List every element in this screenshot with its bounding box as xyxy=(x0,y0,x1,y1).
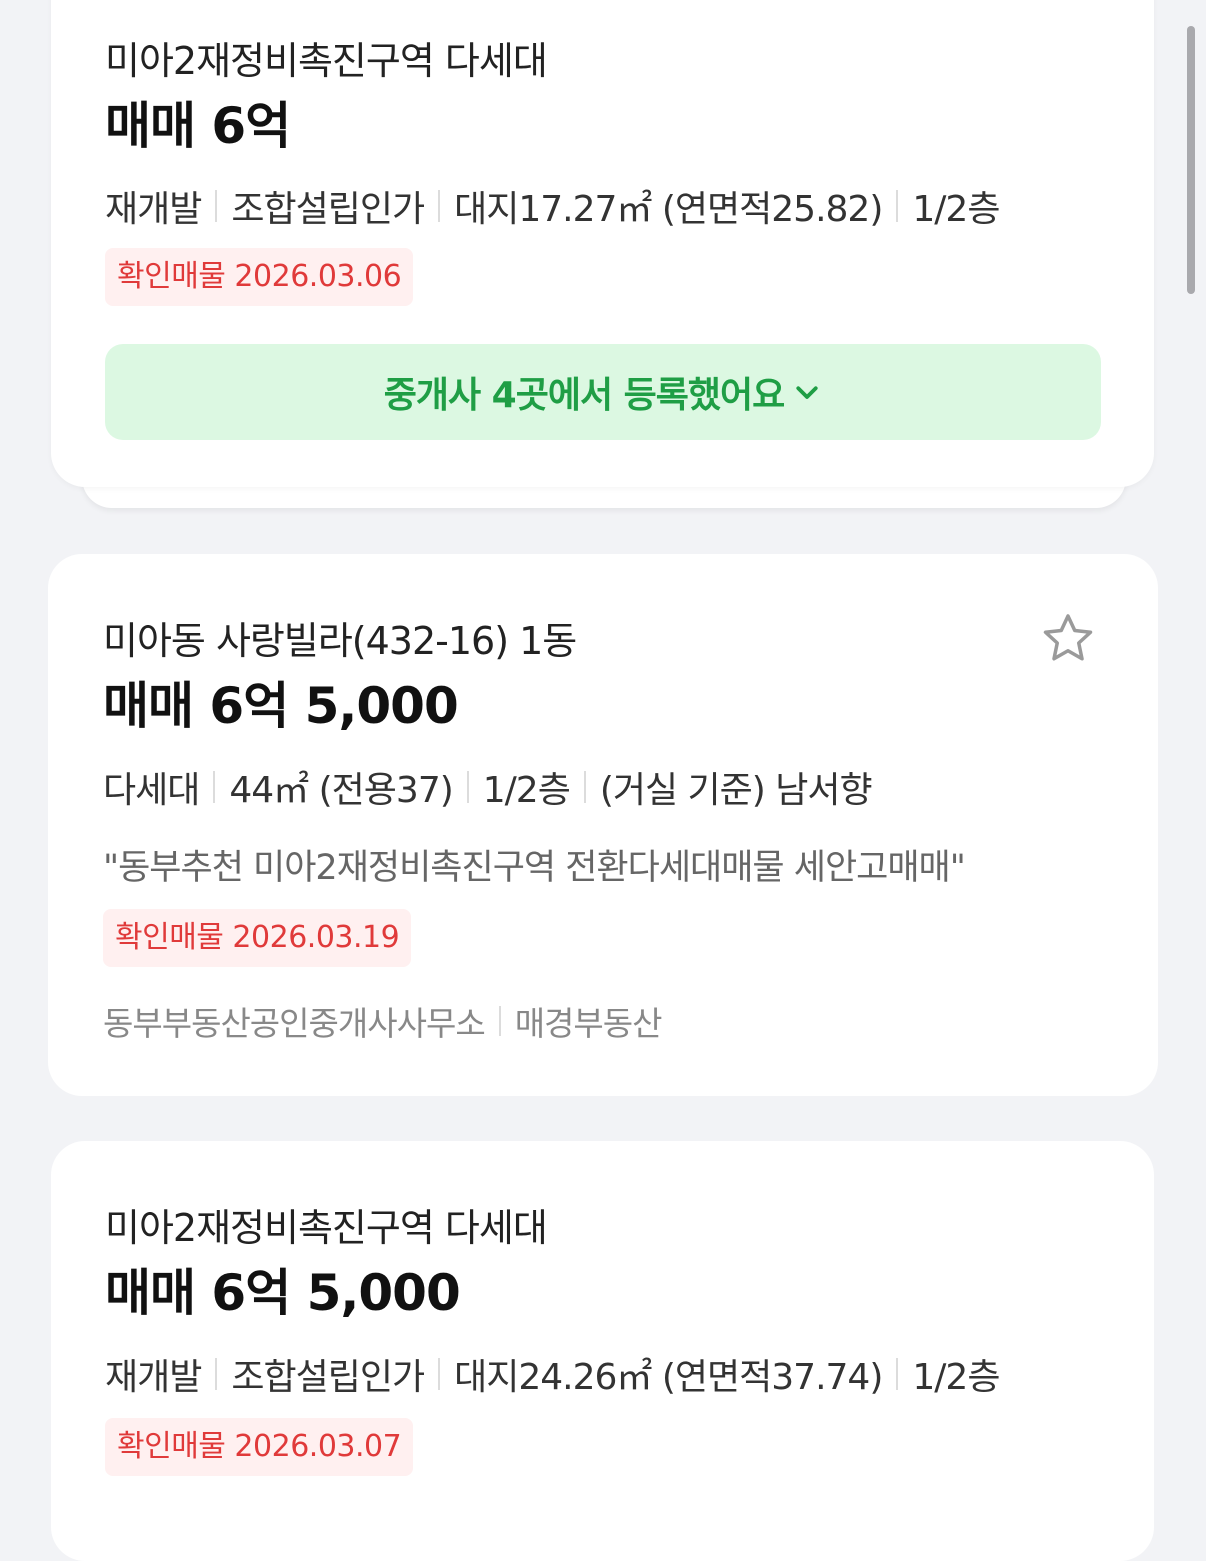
verified-badge: 확인매물 2026.03.06 xyxy=(105,248,414,306)
divider xyxy=(896,190,899,222)
spec-type: 재개발 xyxy=(105,1357,202,1398)
chevron-down-icon xyxy=(796,386,818,399)
spec-floor: 1/2층 xyxy=(912,1357,1000,1398)
listing-price: 매매 6억 5,000 xyxy=(103,677,459,735)
divider xyxy=(498,1006,501,1036)
divider xyxy=(466,771,469,803)
divider xyxy=(215,190,218,222)
spec-type: 다세대 xyxy=(103,770,200,811)
divider xyxy=(438,1358,441,1390)
spec-status: 조합설립인가 xyxy=(231,1357,425,1398)
agent-name: 매경부동산 xyxy=(514,1004,663,1043)
agent-names: 동부부동산공인중개사사무소 매경부동산 xyxy=(103,997,662,1045)
verified-badge: 확인매물 2026.03.07 xyxy=(105,1418,414,1476)
listing-card[interactable]: 미아2재정비촉진구역 다세대 매매 6억 5,000 재개발 조합설립인가 대지… xyxy=(51,1141,1154,1561)
listing-card[interactable]: 미아동 사랑빌라(432-16) 1동 매매 6억 5,000 다세대 44㎡ … xyxy=(48,554,1158,1096)
spec-area: 44㎡ (전용37) xyxy=(229,770,453,811)
divider xyxy=(896,1358,899,1390)
verified-badge: 확인매물 2026.03.19 xyxy=(103,909,412,967)
divider xyxy=(438,190,441,222)
listing-description: "동부추천 미아2재정비촉진구역 전환다세대매물 세안고매매" xyxy=(103,848,966,888)
listing-card[interactable]: 미아2재정비촉진구역 다세대 매매 6억 재개발 조합설립인가 대지17.27㎡… xyxy=(51,0,1154,487)
listing-specs: 재개발 조합설립인가 대지24.26㎡ (연면적37.74) 1/2층 xyxy=(105,1348,1000,1400)
listing-title: 미아2재정비촉진구역 다세대 xyxy=(105,39,548,83)
listing-title: 미아2재정비촉진구역 다세대 xyxy=(105,1206,548,1250)
divider xyxy=(583,771,586,803)
scrollbar[interactable] xyxy=(1187,26,1195,294)
spec-type: 재개발 xyxy=(105,189,202,230)
agent-list-button[interactable]: 중개사 4곳에서 등록했어요 xyxy=(105,344,1101,440)
listing-specs: 다세대 44㎡ (전용37) 1/2층 (거실 기준) 남서향 xyxy=(103,761,873,813)
listing-price: 매매 6억 5,000 xyxy=(105,1264,461,1322)
divider xyxy=(215,1358,218,1390)
spec-direction: (거실 기준) 남서향 xyxy=(599,770,873,811)
listing-title: 미아동 사랑빌라(432-16) 1동 xyxy=(103,619,577,663)
listing-price: 매매 6억 xyxy=(105,97,291,155)
star-icon[interactable] xyxy=(1038,609,1098,669)
agent-name: 동부부동산공인중개사사무소 xyxy=(103,1004,486,1043)
listing-specs: 재개발 조합설립인가 대지17.27㎡ (연면적25.82) 1/2층 xyxy=(105,180,1000,232)
spec-floor: 1/2층 xyxy=(912,189,1000,230)
agent-list-button-label: 중개사 4곳에서 등록했어요 xyxy=(383,375,785,416)
spec-floor: 1/2층 xyxy=(482,770,571,811)
spec-area: 대지17.27㎡ (연면적25.82) xyxy=(454,189,883,230)
divider xyxy=(213,771,216,803)
spec-area: 대지24.26㎡ (연면적37.74) xyxy=(454,1357,883,1398)
spec-status: 조합설립인가 xyxy=(231,189,425,230)
